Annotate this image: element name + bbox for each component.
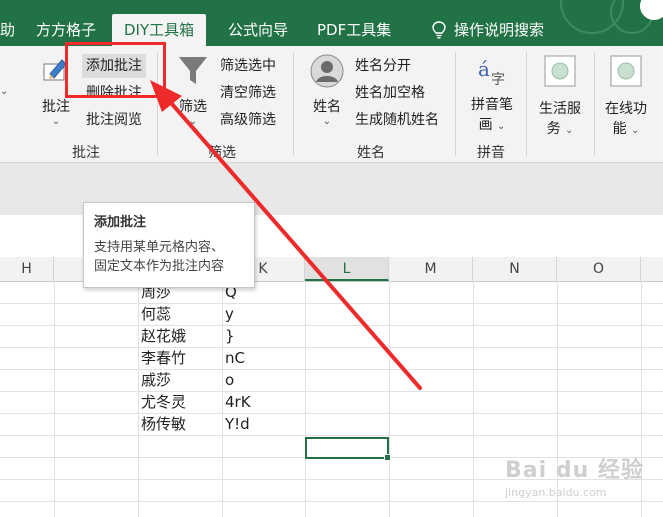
filter-big-button[interactable]: 筛选 ⌄ — [170, 54, 216, 127]
life-service-label-1: 生活服 — [539, 101, 581, 117]
grid-line — [0, 303, 663, 304]
group-separator — [594, 52, 595, 156]
grid-line — [0, 435, 663, 436]
name-group-label: 姓名 — [357, 145, 385, 161]
grid-line — [54, 281, 55, 517]
add-comment-tooltip: 添加批注 支持用某单元格内容、 固定文本作为批注内容 — [83, 202, 255, 288]
caret-down-icon: ⌄ — [51, 116, 61, 127]
grid-line — [0, 391, 663, 392]
cell-name[interactable]: 尤冬灵 — [141, 391, 186, 413]
group-separator — [526, 52, 527, 156]
column-header-h[interactable]: H — [0, 257, 54, 281]
filter-selected-button[interactable]: 筛选选中 — [220, 54, 276, 78]
caret-down-icon: ⌄ — [188, 116, 198, 127]
column-header-m[interactable]: M — [389, 257, 473, 281]
grid-line — [473, 281, 474, 517]
pinyin-label-2: 画 ⌄ — [478, 117, 506, 133]
cell-value[interactable]: } — [225, 325, 235, 347]
person-icon — [310, 54, 344, 88]
pinyin-stroke-button[interactable]: á 字 拼音笔 画 ⌄ — [466, 54, 518, 134]
online-function-label-2: 能 ⌄ — [612, 121, 640, 137]
clear-filter-button[interactable]: 清空筛选 — [220, 81, 276, 105]
caret-down-icon: ⌄ — [0, 86, 9, 97]
split-name-button[interactable]: 姓名分开 — [355, 54, 411, 78]
tooltip-title: 添加批注 — [94, 215, 147, 230]
name-big-button[interactable]: 姓名 ⌄ — [304, 54, 350, 127]
grid-line — [138, 281, 139, 517]
online-function-icon — [610, 55, 642, 87]
tab-formula-wizard[interactable]: 公式向导 — [216, 14, 300, 46]
comment-group-label: 批注 — [72, 145, 100, 161]
name-add-space-button[interactable]: 姓名加空格 — [355, 81, 425, 105]
online-function-label-1: 在线功 — [605, 101, 647, 117]
life-service-label-2: 务 ⌄ — [546, 121, 574, 137]
cell-value[interactable]: 4rK — [225, 391, 251, 413]
cell-value[interactable]: o — [225, 369, 234, 391]
tell-me-search[interactable]: 操作说明搜索 — [420, 14, 556, 46]
life-service-button[interactable]: 生活服 务 ⌄ — [534, 54, 586, 138]
column-header-o[interactable]: O — [557, 257, 641, 281]
cell-name[interactable]: 赵花娥 — [141, 325, 186, 347]
filter-group-label: 筛选 — [208, 145, 236, 161]
cell-name[interactable]: 戚莎 — [141, 369, 171, 391]
grid-line — [389, 281, 390, 517]
watermark-logo: Bai du 经验 — [505, 458, 644, 483]
svg-text:á: á — [478, 57, 490, 81]
column-header-n[interactable]: N — [473, 257, 557, 281]
online-function-button[interactable]: 在线功 能 ⌄ — [600, 54, 652, 138]
cell-name[interactable]: 何蕊 — [141, 303, 171, 325]
grid-line — [222, 281, 223, 517]
pinyin-group-label: 拼音 — [477, 145, 505, 161]
tooltip-line: 固定文本作为批注内容 — [94, 259, 225, 274]
baidu-watermark: Bai du 经验 jingyan.baidu.com — [505, 452, 655, 512]
pinyin-icon: á 字 — [478, 57, 505, 88]
tab-pdf-tools[interactable]: PDF工具集 — [305, 14, 403, 46]
search-label: 操作说明搜索 — [454, 21, 545, 39]
cell-name[interactable]: 李春竹 — [141, 347, 186, 369]
tab-partial[interactable]: 助 — [0, 14, 15, 46]
group-separator — [293, 52, 294, 156]
grid-line — [0, 413, 663, 414]
cell-value[interactable]: y — [225, 303, 234, 325]
tooltip-body: 支持用某单元格内容、 固定文本作为批注内容 — [94, 238, 244, 276]
active-cell-selection[interactable] — [305, 437, 391, 461]
view-comments-button[interactable]: 批注阅览 — [86, 108, 142, 132]
cell-value[interactable]: nC — [225, 347, 245, 369]
comment-big-label: 批注 — [42, 99, 70, 115]
cell-value[interactable]: Y!d — [225, 413, 250, 435]
life-service-icon — [544, 55, 576, 87]
annotation-highlight-box — [65, 42, 166, 98]
funnel-icon — [179, 57, 207, 84]
grid-line — [0, 325, 663, 326]
watermark-url: jingyan.baidu.com — [505, 486, 607, 499]
caret-down-icon: ⌄ — [322, 116, 332, 127]
advanced-filter-button[interactable]: 高级筛选 — [220, 108, 276, 132]
name-big-label: 姓名 — [313, 99, 341, 115]
cell-name[interactable]: 杨传敏 — [141, 413, 186, 435]
filter-big-label: 筛选 — [179, 99, 207, 115]
ribbon-tab-bar: 助 方方格子 DIY工具箱 公式向导 PDF工具集 操作说明搜索 — [0, 0, 663, 46]
grid-line — [0, 369, 663, 370]
group-separator — [455, 52, 456, 156]
lightbulb-icon — [432, 21, 446, 39]
random-name-button[interactable]: 生成随机姓名 — [355, 108, 439, 132]
grid-line — [305, 281, 306, 517]
tooltip-line: 支持用某单元格内容、 — [94, 240, 225, 255]
svg-text:字: 字 — [491, 72, 505, 88]
column-header-l[interactable]: L — [305, 257, 389, 281]
grid-line — [0, 347, 663, 348]
pinyin-label-1: 拼音笔 — [471, 97, 513, 113]
